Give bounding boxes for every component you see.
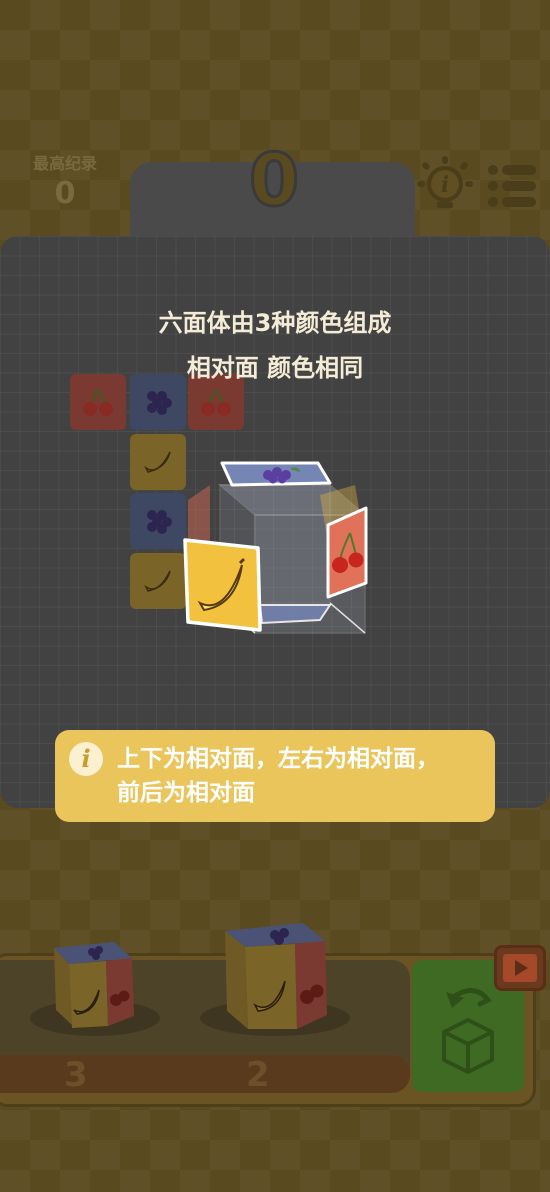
best-score: 最高纪录 0: [22, 150, 108, 211]
net-tile-banana: [130, 434, 186, 490]
cherry-icon: [83, 389, 113, 416]
info-icon: i: [69, 742, 103, 776]
tip-text: 上下为相对面，左右为相对面， 前后为相对面: [117, 742, 487, 810]
piece-count-1: 3: [64, 1055, 88, 1095]
front-face-banana: [183, 538, 262, 632]
menu-icon[interactable]: [486, 162, 538, 210]
video-ad-badge[interactable]: [494, 945, 546, 991]
right-face-cherry: [326, 506, 368, 599]
grape-icon: [147, 510, 172, 534]
exploded-cube-illustration: [183, 461, 368, 634]
video-icon: [503, 954, 537, 982]
current-score: 0: [247, 137, 300, 224]
count-bar: [0, 1055, 410, 1093]
svg-text:i: i: [441, 172, 449, 198]
net-tile-grape: [130, 493, 186, 549]
tip-line1: 上下为相对面，左右为相对面，: [117, 746, 439, 772]
tutorial-title-line1: 六面体由3种颜色组成: [158, 309, 392, 337]
banana-icon: [144, 451, 171, 473]
cube-piece-2[interactable]: [213, 905, 333, 1033]
tip-line2: 前后为相对面: [117, 780, 255, 806]
tip-banner: i 上下为相对面，左右为相对面， 前后为相对面: [55, 730, 495, 822]
top-face-grape: [220, 461, 332, 487]
cube-piece-1[interactable]: [44, 930, 139, 1030]
best-score-value: 0: [54, 176, 76, 211]
best-score-label: 最高纪录: [32, 154, 97, 173]
grape-icon: [147, 391, 172, 415]
net-tile-banana: [130, 553, 186, 609]
piece-count-2: 2: [246, 1055, 270, 1095]
tutorial-title-line2: 相对面 颜色相同: [186, 354, 364, 382]
cherry-icon: [201, 389, 231, 416]
banana-icon: [144, 570, 171, 592]
lightbulb-info-icon[interactable]: i: [415, 156, 475, 212]
